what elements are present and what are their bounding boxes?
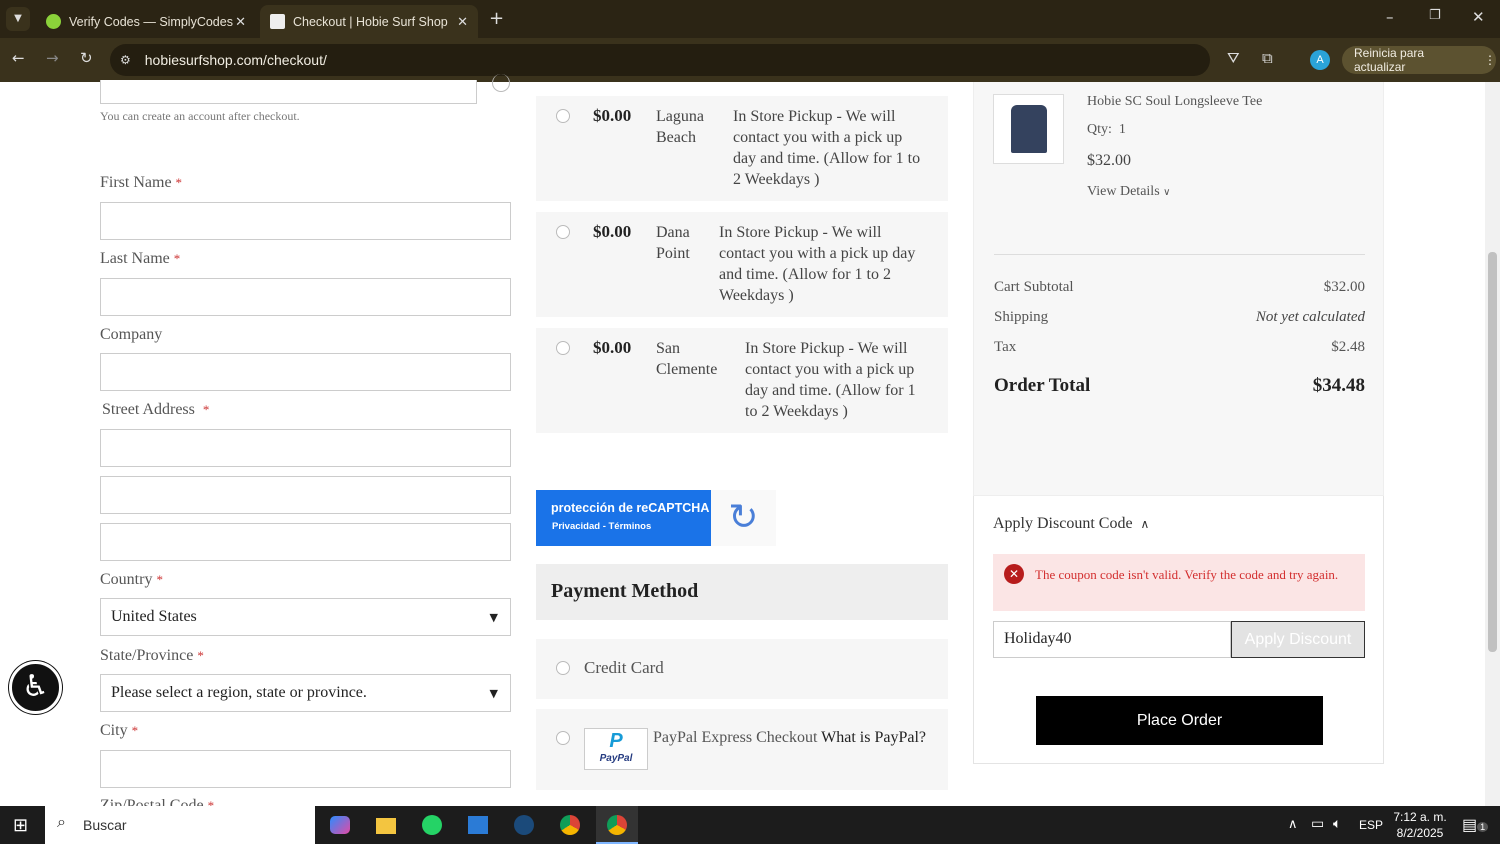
tab-bar: ▼ Verify Codes — SimplyCodes ✕ Checkout |… (0, 0, 1500, 38)
help-icon[interactable] (492, 74, 510, 92)
recaptcha-badge[interactable]: protección de reCAPTCHA Privacidad - Tér… (536, 490, 711, 546)
payment-method-header: Payment Method (536, 564, 948, 620)
page-scrollbar[interactable] (1485, 82, 1500, 806)
close-tab-icon[interactable]: ✕ (457, 14, 468, 30)
apply-discount-button[interactable]: Apply Discount (1231, 621, 1365, 658)
account-note: You can create an account after checkout… (100, 109, 300, 123)
taskbar-search[interactable]: ⌕ Buscar (45, 806, 315, 844)
payment-radio[interactable] (556, 661, 570, 675)
clock[interactable]: 7:12 a. m. 8/2/2025 (1390, 809, 1450, 841)
chevron-down-icon: ∨ (1163, 187, 1171, 198)
street-label: Street Address * (102, 401, 210, 418)
whatsapp-icon[interactable] (422, 815, 442, 835)
city-label: City * (100, 722, 139, 739)
chrome-active-icon[interactable] (596, 806, 638, 844)
shipping-radio[interactable] (556, 341, 570, 355)
new-tab-button[interactable]: + (489, 8, 504, 29)
tab-verify-codes[interactable]: Verify Codes — SimplyCodes ✕ (36, 5, 256, 38)
network-icon[interactable]: ▭ (1311, 815, 1324, 832)
chevron-down-icon: ▼ (489, 610, 498, 624)
hobie-favicon-icon (270, 14, 285, 29)
shipping-option-dana-point[interactable]: $0.00 Dana Point In Store Pickup - We wi… (536, 212, 948, 317)
state-label: State/Province * (100, 647, 204, 664)
back-button[interactable]: ← (12, 49, 25, 67)
steam-icon[interactable] (514, 815, 534, 835)
simplycodes-favicon-icon (46, 14, 61, 29)
last-name-input[interactable] (100, 278, 511, 316)
shipping-option-laguna[interactable]: $0.00 Laguna Beach In Store Pickup - We … (536, 96, 948, 201)
language-indicator[interactable]: ESP (1359, 818, 1383, 832)
error-icon: ✕ (1004, 564, 1024, 584)
volume-icon[interactable]: 🔈︎ (1333, 815, 1341, 832)
copilot-icon[interactable] (330, 816, 350, 834)
city-input[interactable] (100, 750, 511, 788)
forward-button[interactable]: → (46, 49, 59, 67)
street-input-1[interactable] (100, 429, 511, 467)
taskbar: ⊞ ⌕ Buscar ∧ ▭ 🔈︎ ESP 7:12 a. m. 8/2/2025 … (0, 806, 1500, 844)
chevron-up-icon: ∧ (1140, 517, 1150, 531)
paypal-logo-icon: P PayPal (584, 728, 648, 770)
tray-overflow-icon[interactable]: ∧ (1288, 816, 1298, 832)
first-name-input[interactable] (100, 202, 511, 240)
notifications-icon[interactable]: ▤ 1 (1462, 815, 1489, 835)
minimize-button[interactable]: – (1386, 8, 1394, 26)
view-details-toggle[interactable]: View Details ∨ (1087, 184, 1170, 200)
zip-label: Zip/Postal Code * (100, 797, 215, 806)
file-explorer-icon[interactable] (376, 818, 396, 834)
extension-icon[interactable]: ⛛ (1227, 49, 1240, 67)
payment-option-credit-card[interactable]: Credit Card (536, 639, 948, 699)
address-bar[interactable]: ⚙ hobiesurfshop.com/checkout/ (110, 44, 1210, 76)
street-input-2[interactable] (100, 476, 511, 514)
reload-button[interactable]: ↻ (80, 49, 93, 67)
profile-avatar[interactable]: A (1310, 50, 1330, 70)
chrome-icon[interactable] (560, 815, 580, 835)
payment-radio[interactable] (556, 731, 570, 745)
update-button[interactable]: Reinicia para actualizar ⋮ (1342, 46, 1496, 74)
company-input[interactable] (100, 353, 511, 391)
close-window-button[interactable]: ✕ (1472, 8, 1485, 26)
recaptcha-logo-icon: ↻ (711, 490, 776, 546)
street-input-3[interactable] (100, 523, 511, 561)
chevron-down-icon: ▼ (489, 686, 498, 700)
state-select[interactable]: Please select a region, state or provinc… (100, 674, 511, 712)
extensions-puzzle-icon[interactable]: ⧉ (1262, 49, 1273, 67)
last-name-label: Last Name * (100, 250, 181, 267)
divider (994, 254, 1365, 255)
accessibility-button[interactable]: ♿ (9, 661, 62, 714)
shipping-radio[interactable] (556, 109, 570, 123)
start-button[interactable]: ⊞ (13, 815, 28, 836)
tab-checkout[interactable]: Checkout | Hobie Surf Shop ✕ (260, 5, 478, 38)
country-select[interactable]: United States ▼ (100, 598, 511, 636)
company-label: Company (100, 326, 163, 343)
store-icon[interactable] (468, 816, 488, 834)
discount-section: Apply Discount Code ∧ ✕ The coupon code … (973, 496, 1384, 764)
first-name-label: First Name * (100, 174, 183, 191)
restore-button[interactable]: ❐ (1429, 8, 1441, 23)
place-order-button[interactable]: Place Order (1036, 696, 1323, 745)
coupon-error-message: ✕ The coupon code isn't valid. Verify th… (993, 554, 1365, 611)
country-label: Country * (100, 571, 163, 588)
close-tab-icon[interactable]: ✕ (235, 14, 246, 30)
payment-option-paypal[interactable]: P PayPal PayPal Express Checkout What is … (536, 709, 948, 790)
shipping-option-san-clemente[interactable]: $0.00 San Clemente In Store Pickup - We … (536, 328, 948, 433)
email-field[interactable] (100, 80, 477, 104)
tab-search-button[interactable]: ▼ (6, 7, 30, 31)
shipping-radio[interactable] (556, 225, 570, 239)
discount-code-input[interactable]: Holiday40 (993, 621, 1231, 658)
discount-toggle[interactable]: Apply Discount Code ∧ (993, 515, 1149, 533)
site-info-icon[interactable]: ⚙ (120, 53, 131, 67)
product-thumbnail[interactable] (993, 94, 1064, 164)
what-is-paypal-link[interactable]: What is PayPal? (821, 729, 926, 746)
order-summary: Hobie SC Soul Longsleeve Tee Qty: 1 $32.… (973, 82, 1384, 496)
